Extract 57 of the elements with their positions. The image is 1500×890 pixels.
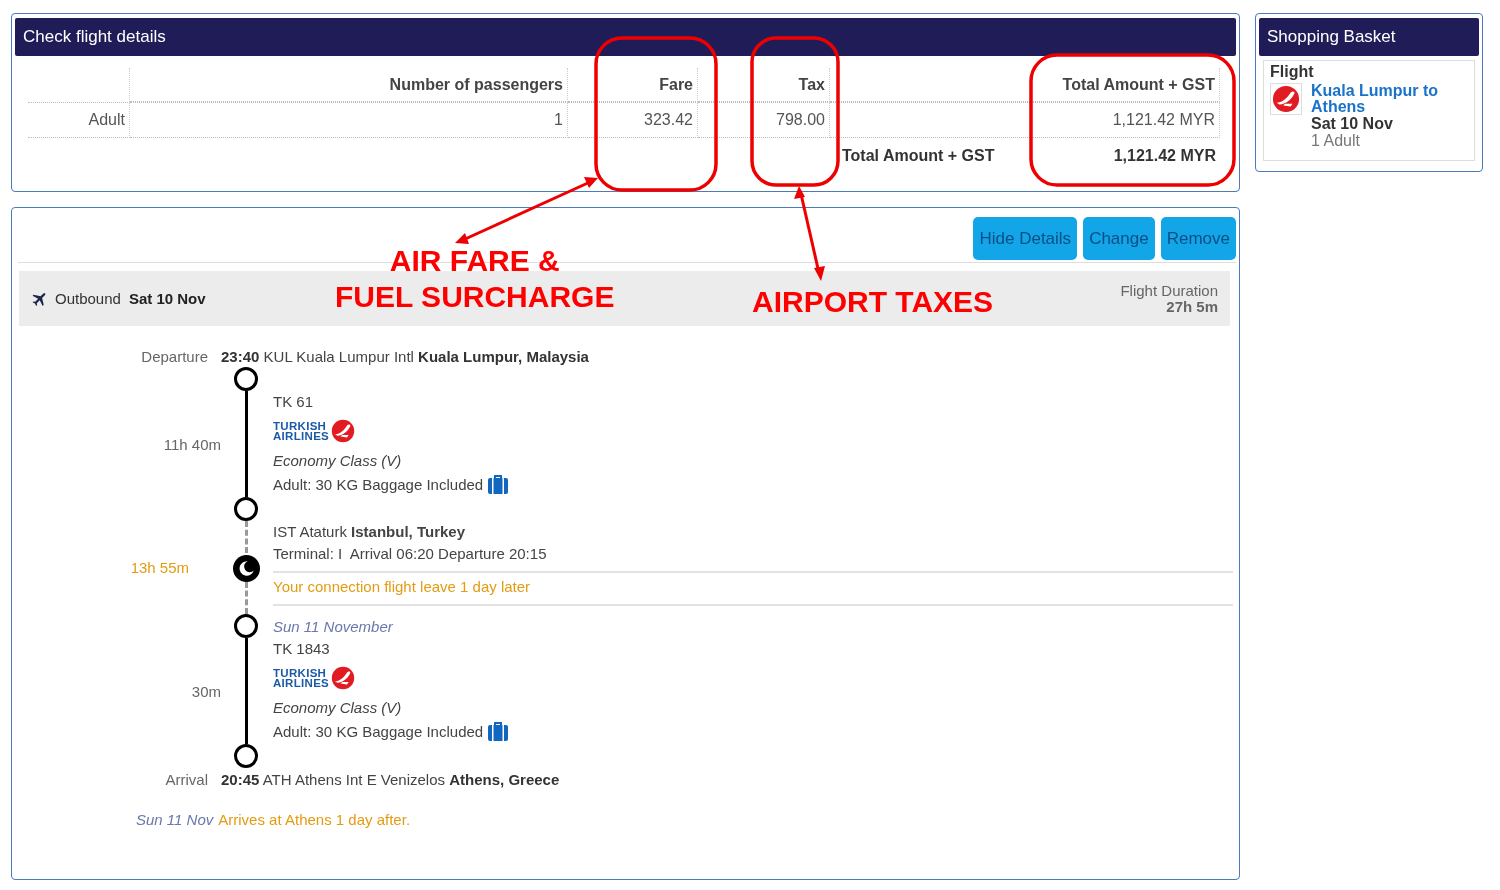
- total-value: 1,121.42 MYR: [1113, 147, 1216, 165]
- airline-logo-text: TURKISH AIRLINES: [273, 421, 330, 441]
- action-button[interactable]: Change: [1083, 217, 1155, 260]
- duration-value: 27h 5m: [1165, 298, 1218, 315]
- table-cell: 1: [130, 102, 568, 138]
- annotation-text: AIR FARE & FUEL SURCHARGE: [334, 243, 616, 315]
- action-button[interactable]: Hide Details: [973, 217, 1078, 260]
- basket-date: Sat 10 Nov: [1311, 115, 1394, 132]
- arrival-label: Arrival: [164, 770, 208, 788]
- arrival-notice: Arrives at Athens 1 day after.: [218, 810, 411, 828]
- flight-number: TK 1843: [273, 639, 331, 659]
- column-header: Tax: [698, 68, 830, 102]
- connection-notice: Your connection flight leave 1 day later: [273, 577, 532, 597]
- outbound-date: Sat 10 Nov: [128, 290, 206, 307]
- basket-passengers: 1 Adult: [1311, 132, 1361, 149]
- route-link[interactable]: Kuala Lumpur to Athens: [1311, 83, 1468, 115]
- stopover-airport: IST Ataturk Istanbul, Turkey: [273, 522, 466, 542]
- annotation-text: AIRPORT TAXES: [751, 284, 995, 320]
- total-label: Total Amount + GST: [842, 147, 995, 165]
- table-cell: Adult: [28, 102, 130, 138]
- departure-label: Departure: [140, 347, 208, 365]
- column-header: Number of passengers: [130, 68, 568, 102]
- departure-details: 23:40 KUL Kuala Lumpur Intl Kuala Lumpur, Malaysia: [221, 347, 589, 365]
- airline-logo-icon: [331, 666, 356, 690]
- segment-date: Sun 11 November: [273, 617, 393, 635]
- cabin-class: Economy Class (V): [273, 451, 403, 471]
- airline-logo-text: TURKISH AIRLINES: [273, 668, 330, 688]
- baggage-info: Adult: 30 KG Baggage Included: [273, 475, 484, 495]
- table-cell: 798.00: [698, 102, 830, 138]
- arrival-details: 20:45 ATH Athens Int E Venizelos Athens, Greece: [221, 770, 560, 788]
- outbound-label: Outbound: [55, 290, 121, 307]
- duration-label: Flight Duration: [1120, 282, 1218, 299]
- leg-duration: 30m: [190, 681, 222, 702]
- cabin-class: Economy Class (V): [273, 698, 403, 718]
- leg-duration: 11h 40m: [162, 434, 222, 455]
- airline-logo-icon: [1272, 85, 1300, 113]
- column-header: Total Amount + GST: [830, 68, 1220, 102]
- timeline-node: [234, 367, 258, 391]
- layover-duration: 13h 55m: [129, 558, 190, 578]
- flight-number: TK 61: [273, 392, 315, 412]
- timeline-node: [234, 497, 258, 521]
- action-button[interactable]: Remove: [1160, 217, 1236, 260]
- table-cell: 323.42: [568, 102, 698, 138]
- timeline-node: [234, 744, 258, 768]
- baggage-info: Adult: 30 KG Baggage Included: [273, 722, 484, 742]
- basket-section: Flight: [1270, 63, 1468, 81]
- column-header: Fare: [568, 68, 698, 102]
- stopover-times: Terminal: I Arrival 06:20 Departure 20:15: [273, 544, 548, 564]
- table-cell: 1,121.42 MYR: [830, 102, 1220, 138]
- timeline-node: [234, 614, 258, 638]
- suitcase-icon: [487, 722, 510, 742]
- suitcase-icon: [487, 475, 510, 495]
- arrival-date: Sun 11 Nov: [136, 810, 214, 828]
- moon-icon: [232, 554, 260, 582]
- basket-title: Shopping Basket: [1259, 18, 1479, 56]
- panel-title: Check flight details: [15, 18, 1236, 56]
- airline-logo-icon: [331, 419, 356, 443]
